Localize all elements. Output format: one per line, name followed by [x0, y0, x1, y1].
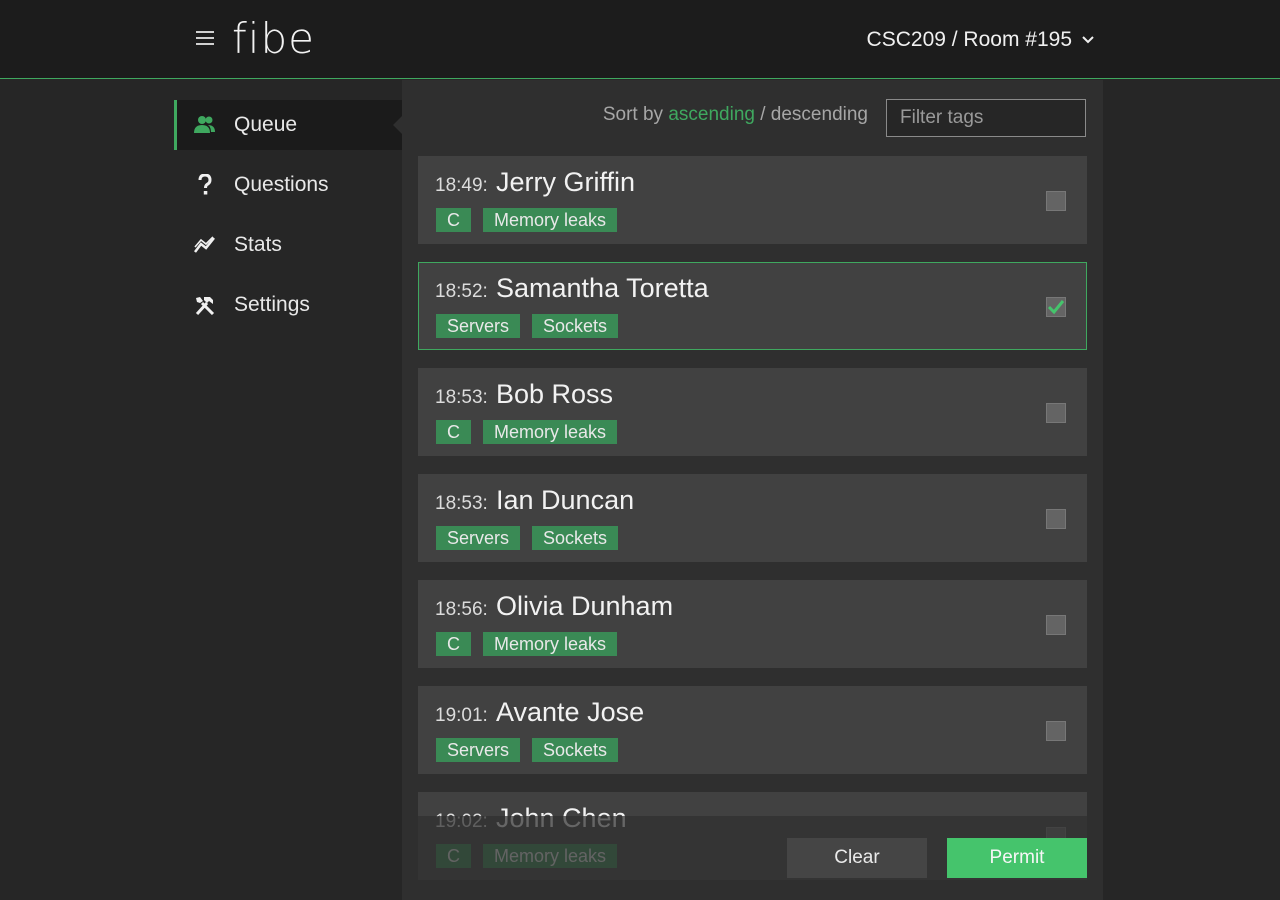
chart-line-icon	[194, 234, 216, 256]
tag-badge[interactable]: Memory leaks	[483, 208, 618, 232]
entry-student-name: Jerry Griffin	[496, 167, 636, 197]
sort-prefix: Sort by	[602, 104, 664, 125]
tag-badge[interactable]: Servers	[436, 526, 521, 550]
chevron-down-icon	[1082, 36, 1094, 44]
tag-badge[interactable]: Sockets	[532, 738, 619, 762]
sort-separator: /	[760, 104, 766, 125]
check-icon	[1047, 300, 1065, 315]
queue-entry[interactable]: 18:52: Samantha Toretta Servers Sockets	[418, 262, 1087, 350]
tag-badge[interactable]: C	[436, 208, 471, 232]
entry-tags: Servers Sockets	[436, 314, 619, 338]
queue-entry[interactable]: 18:56: Olivia Dunham C Memory leaks	[418, 580, 1087, 668]
entry-select-checkbox[interactable]	[1046, 297, 1066, 317]
entry-select-checkbox[interactable]	[1046, 191, 1066, 211]
sidebar: Queue Questions Stats Settings	[174, 100, 402, 340]
entry-select-checkbox[interactable]	[1046, 403, 1066, 423]
app-logo[interactable]: fibe	[232, 14, 315, 63]
queue-panel: Sort by ascending / descending 18:49: Jer…	[402, 80, 1103, 900]
entry-tags: Servers Sockets	[436, 526, 619, 550]
sidebar-item-label: Questions	[234, 173, 329, 196]
tag-badge[interactable]: Sockets	[532, 314, 619, 338]
sort-descending-link[interactable]: descending	[771, 104, 868, 125]
tag-badge[interactable]: Memory leaks	[483, 632, 618, 656]
entry-student-name: Olivia Dunham	[496, 591, 674, 621]
entry-time: 18:53:	[435, 493, 488, 514]
sidebar-item-queue[interactable]: Queue	[174, 100, 402, 150]
entry-student-name: Ian Duncan	[496, 485, 635, 515]
permit-button[interactable]: Permit	[947, 838, 1087, 878]
users-icon	[194, 114, 216, 136]
clear-button[interactable]: Clear	[787, 838, 927, 878]
sidebar-item-label: Settings	[234, 293, 310, 316]
room-selector-label: CSC209 / Room #195	[866, 28, 1072, 51]
filter-tags-input[interactable]	[886, 99, 1086, 137]
top-bar: fibe CSC209 / Room #195	[0, 0, 1280, 79]
entry-time: 18:53:	[435, 387, 488, 408]
queue-entry[interactable]: 18:53: Bob Ross C Memory leaks	[418, 368, 1087, 456]
entry-tags: C Memory leaks	[436, 208, 618, 232]
sidebar-item-stats[interactable]: Stats	[174, 220, 402, 270]
entry-student-name: Avante Jose	[496, 697, 645, 727]
entry-select-checkbox[interactable]	[1046, 509, 1066, 529]
entry-time: 19:01:	[435, 705, 488, 726]
tag-badge[interactable]: Servers	[436, 738, 521, 762]
entry-time: 18:52:	[435, 281, 488, 302]
sidebar-item-questions[interactable]: Questions	[174, 160, 402, 210]
sidebar-item-settings[interactable]: Settings	[174, 280, 402, 330]
queue-entry[interactable]: 18:49: Jerry Griffin C Memory leaks	[418, 156, 1087, 244]
tag-badge[interactable]: Memory leaks	[483, 420, 618, 444]
room-selector[interactable]: CSC209 / Room #195	[867, 26, 1094, 54]
queue-entry[interactable]: 18:53: Ian Duncan Servers Sockets	[418, 474, 1087, 562]
entry-select-checkbox[interactable]	[1046, 721, 1066, 741]
tag-badge[interactable]: Sockets	[532, 526, 619, 550]
sidebar-item-label: Queue	[234, 113, 298, 136]
tools-icon	[194, 294, 216, 316]
entry-tags: C Memory leaks	[436, 420, 618, 444]
tag-badge[interactable]: C	[436, 632, 471, 656]
sort-ascending-link[interactable]: ascending	[668, 104, 755, 125]
entry-student-name: Samantha Toretta	[496, 273, 709, 303]
sort-controls: Sort by ascending / descending	[603, 104, 868, 126]
sidebar-item-label: Stats	[234, 233, 282, 256]
tag-badge[interactable]: C	[436, 420, 471, 444]
queue-entry[interactable]: 19:01: Avante Jose Servers Sockets	[418, 686, 1087, 774]
entry-time: 18:56:	[435, 599, 488, 620]
entry-select-checkbox[interactable]	[1046, 615, 1066, 635]
entry-time: 18:49:	[435, 175, 488, 196]
hamburger-menu-icon[interactable]	[196, 31, 214, 47]
entry-tags: Servers Sockets	[436, 738, 619, 762]
tag-badge[interactable]: Servers	[436, 314, 521, 338]
question-icon	[194, 174, 216, 196]
entry-tags: C Memory leaks	[436, 632, 618, 656]
entry-student-name: Bob Ross	[496, 379, 614, 409]
